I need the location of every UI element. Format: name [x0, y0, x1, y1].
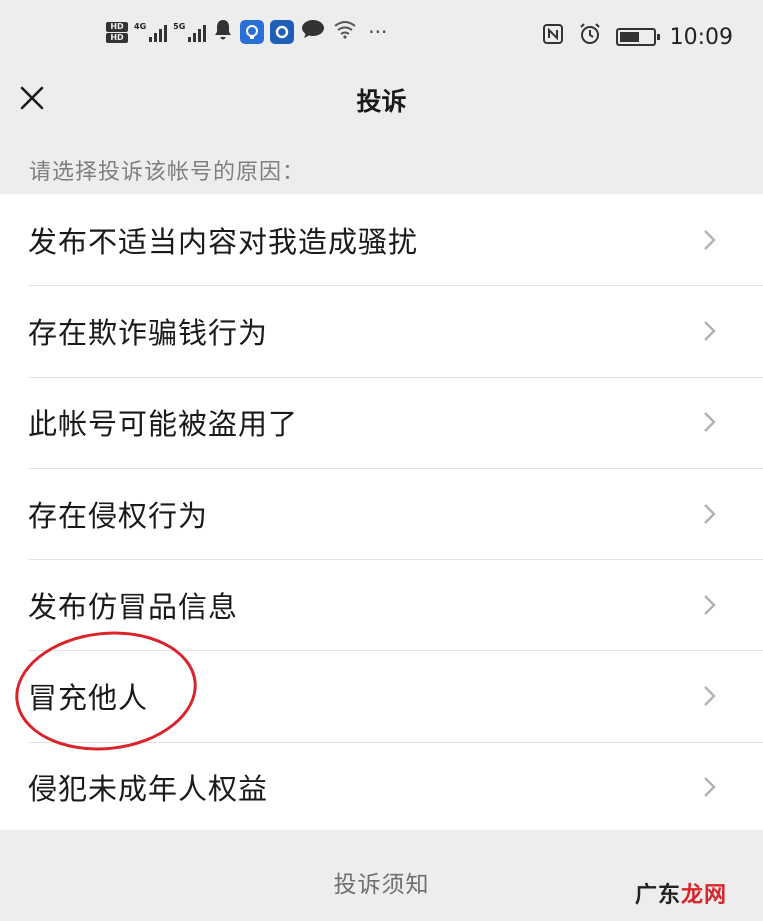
- footer: 投诉须知 广东龙网: [0, 830, 763, 921]
- watermark-prefix: 广东: [634, 883, 681, 908]
- nfc-icon: [542, 23, 564, 51]
- chat-icon: [300, 18, 326, 46]
- signal-label: 5G: [173, 22, 186, 31]
- chevron-right-icon: [704, 321, 716, 341]
- chevron-right-icon: [704, 777, 716, 798]
- signal-icon: 5G: [173, 22, 207, 42]
- list-item-label: 冒充他人: [28, 681, 149, 716]
- section-prompt: 请选择投诉该帐号的原因：: [29, 160, 306, 185]
- app-icon: [270, 20, 295, 44]
- list-item-impersonation[interactable]: 冒充他人: [0, 650, 763, 741]
- hd-badge: HD: [106, 32, 128, 43]
- status-icons-right: 10:09: [542, 22, 733, 52]
- list-item-label: 发布不适当内容对我造成骚扰: [28, 224, 419, 259]
- reason-list: 发布不适当内容对我造成骚扰 存在欺诈骗钱行为 此帐号可能被盗用了 存在侵权行为 …: [0, 194, 763, 834]
- list-item[interactable]: 发布不适当内容对我造成骚扰: [0, 194, 763, 285]
- chevron-right-icon: [704, 503, 716, 524]
- list-item-label: 存在侵权行为: [28, 498, 209, 533]
- list-item-label: 发布仿冒品信息: [28, 589, 239, 624]
- status-time: 10:09: [669, 24, 733, 50]
- list-item[interactable]: 此帐号可能被盗用了: [0, 376, 763, 468]
- chevron-right-icon: [704, 686, 716, 706]
- list-item[interactable]: 存在欺诈骗钱行为: [0, 285, 763, 376]
- battery-icon: [615, 28, 660, 46]
- list-item-label: 此帐号可能被盗用了: [28, 407, 299, 442]
- signal-label: 4G: [134, 22, 147, 31]
- status-icons-left: HD HD 4G 5G ···: [106, 18, 387, 46]
- list-item[interactable]: 发布仿冒品信息: [0, 559, 763, 650]
- bell-icon: [212, 18, 234, 46]
- chevron-right-icon: [704, 594, 716, 615]
- chevron-right-icon: [704, 412, 716, 433]
- signal-icon: 4G: [134, 22, 168, 42]
- page-title: 投诉: [356, 87, 407, 116]
- watermark-suffix: 龙网: [680, 883, 727, 908]
- more-icon: ···: [368, 20, 388, 44]
- chevron-right-icon: [704, 229, 716, 250]
- watermark: 广东龙网: [635, 877, 727, 909]
- alarm-icon: [578, 22, 602, 52]
- hd-icon: HD HD: [106, 21, 128, 43]
- status-bar: HD HD 4G 5G ··· 10:09: [0, 0, 763, 72]
- wifi-icon: [332, 19, 358, 45]
- hd-badge: HD: [106, 21, 128, 32]
- list-item-label: 存在欺诈骗钱行为: [28, 315, 269, 350]
- list-item[interactable]: 存在侵权行为: [0, 467, 763, 559]
- nav-bar: 投诉: [0, 72, 763, 122]
- list-item-label: 侵犯未成年人权益: [28, 772, 269, 807]
- app-icon: [240, 20, 265, 44]
- list-item[interactable]: 侵犯未成年人权益: [0, 741, 763, 833]
